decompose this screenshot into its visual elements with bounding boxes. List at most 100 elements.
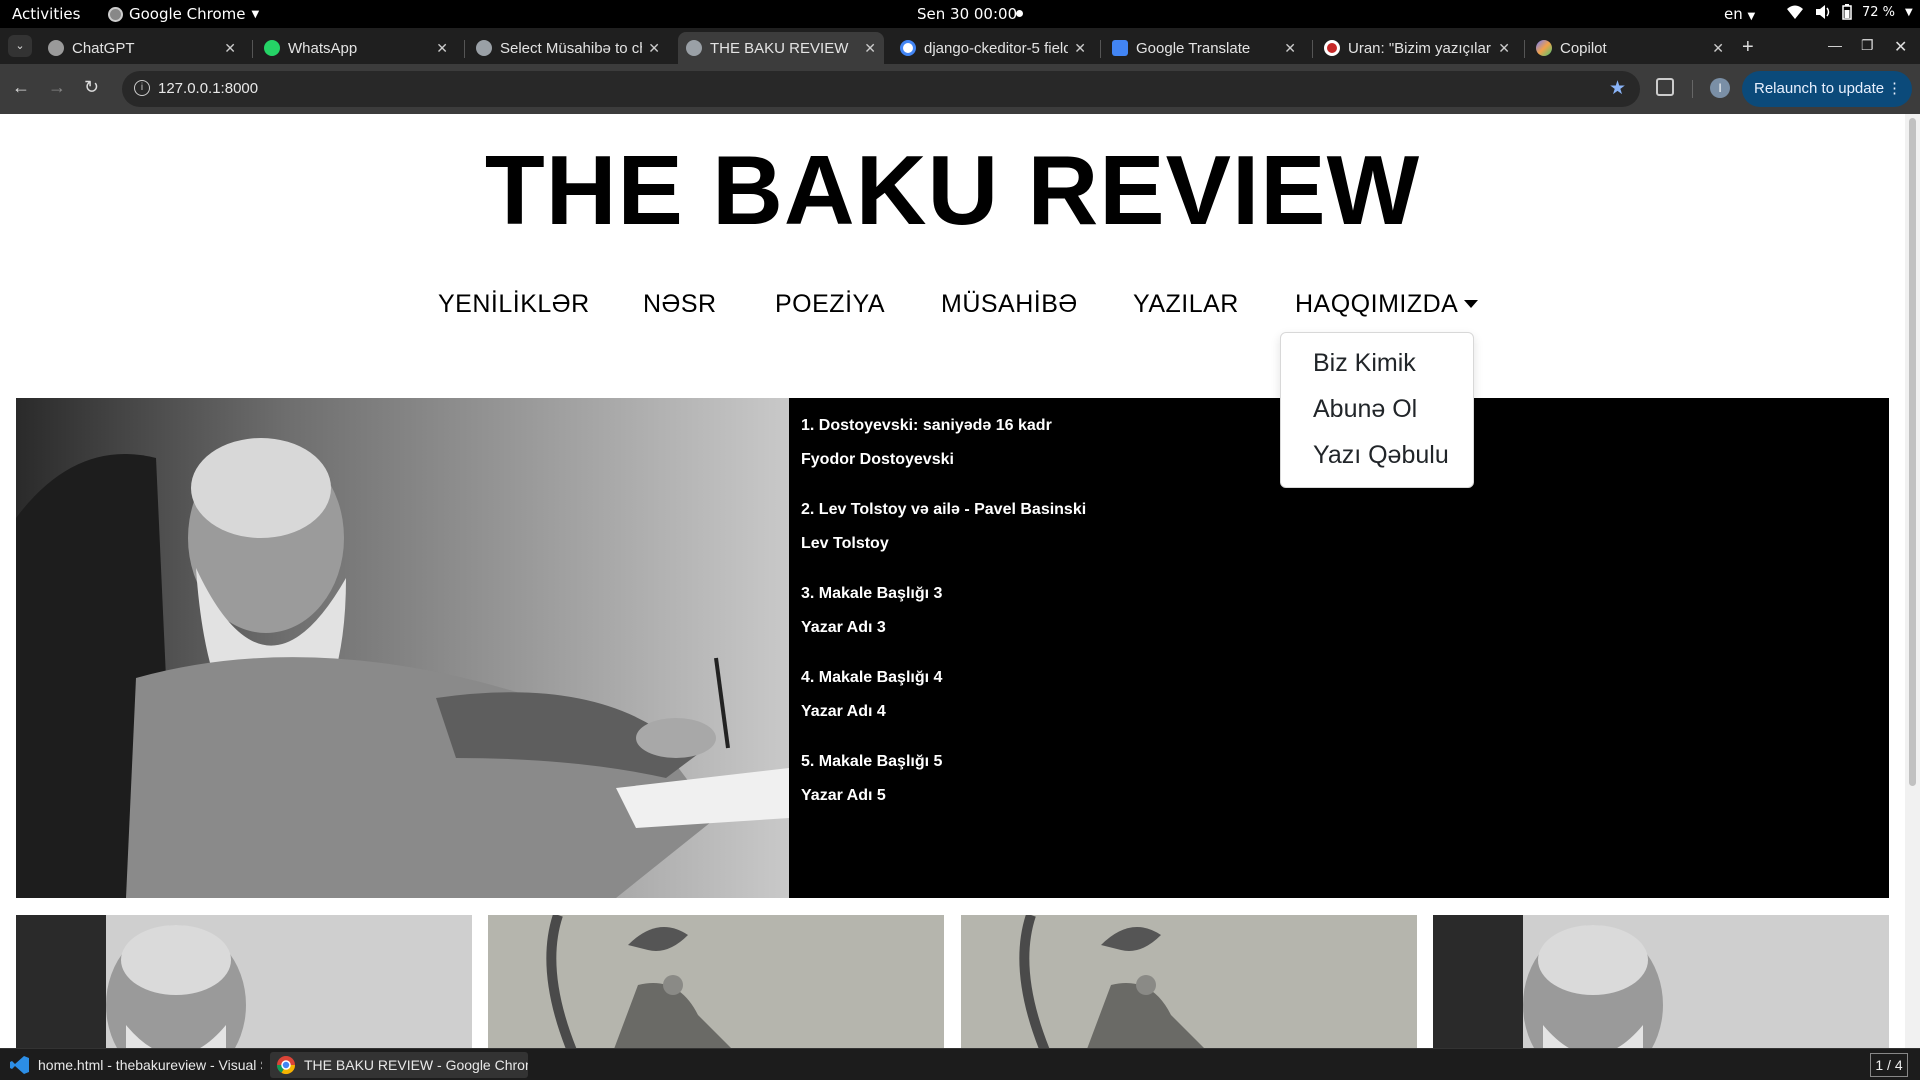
article-author[interactable]: Lev Tolstoy [801, 534, 1086, 554]
clock[interactable]: Sen 30 00:00 [917, 5, 1017, 23]
dropdown-item-who-we-are[interactable]: Biz Kimik [1313, 349, 1416, 378]
taskbar-chrome-label: THE BAKU REVIEW - Google Chrome [304, 1057, 528, 1073]
article-title[interactable]: 4. Makale Başlığı 4 [801, 668, 1086, 688]
taskbar-vscode-label: home.html - thebakureview - Visual Studi… [38, 1057, 262, 1073]
maximize-button[interactable]: ❐ [1861, 37, 1874, 54]
caret-down-icon [1464, 300, 1479, 308]
caret-down-icon: ▼ [1905, 6, 1913, 18]
tab-copilot[interactable]: Copilot ✕ [1528, 32, 1732, 64]
info-icon[interactable]: i [134, 80, 150, 96]
tab-select-musahibe[interactable]: Select Müsahibə to change ✕ [468, 32, 668, 64]
profile-avatar[interactable]: I [1710, 78, 1730, 98]
article-author[interactable]: Yazar Adı 3 [801, 618, 1086, 638]
tab-chatgpt[interactable]: ChatGPT ✕ [40, 32, 244, 64]
bookmark-star-icon[interactable]: ★ [1609, 77, 1626, 100]
chrome-icon [108, 6, 123, 22]
address-bar[interactable]: i 127.0.0.1:8000 ★ [122, 71, 1640, 107]
tab-strip: ⌄ ChatGPT ✕ WhatsApp ✕ Select Müsahibə t… [0, 28, 1920, 64]
translate-icon [1112, 40, 1128, 56]
whatsapp-icon [264, 40, 280, 56]
battery-percent: 72 % [1862, 4, 1896, 20]
close-icon[interactable]: ✕ [648, 40, 660, 57]
article-title[interactable]: 5. Makale Başlığı 5 [801, 752, 1086, 772]
article-card-image[interactable] [488, 915, 944, 1048]
close-icon[interactable]: ✕ [436, 40, 448, 57]
taskbar-chrome[interactable]: THE BAKU REVIEW - Google Chrome [270, 1052, 528, 1078]
scrollbar-thumb[interactable] [1909, 118, 1916, 786]
relaunch-label: Relaunch to update [1754, 80, 1885, 97]
nav-prose[interactable]: NƏSR [643, 290, 717, 319]
new-tab-button[interactable]: + [1742, 36, 1754, 59]
article-title[interactable]: 3. Makale Başlığı 3 [801, 584, 1086, 604]
close-icon[interactable]: ✕ [1074, 40, 1086, 57]
tab-title: Google Translate [1136, 39, 1251, 57]
close-icon[interactable]: ✕ [1284, 40, 1296, 57]
list-item[interactable]: 1. Dostoyevski: saniyədə 16 kadr Fyodor … [801, 416, 1086, 470]
nav-poetry[interactable]: POEZİYA [775, 290, 885, 319]
dropdown-item-submissions[interactable]: Yazı Qəbulu [1313, 441, 1449, 470]
app-menu-label: Google Chrome [129, 5, 246, 23]
tab-title: WhatsApp [288, 39, 358, 57]
article-title[interactable]: 1. Dostoyevski: saniyədə 16 kadr [801, 416, 1086, 436]
featured-section: 1. Dostoyevski: saniyədə 16 kadr Fyodor … [16, 398, 1889, 898]
article-title[interactable]: 2. Lev Tolstoy və ailə - Pavel Basinski [801, 500, 1086, 520]
extensions-icon[interactable] [1656, 78, 1674, 96]
tab-django-ckeditor[interactable]: django-ckeditor-5 field ✕ [892, 32, 1094, 64]
tab-search-button[interactable]: ⌄ [8, 35, 32, 57]
article-author[interactable]: Yazar Adı 5 [801, 786, 1086, 806]
google-icon [900, 40, 916, 56]
article-author[interactable]: Yazar Adı 4 [801, 702, 1086, 722]
activities-button[interactable]: Activities [12, 5, 80, 23]
language-selector[interactable]: en ▼ [1724, 5, 1755, 23]
dropdown-item-subscribe[interactable]: Abunə Ol [1313, 395, 1417, 424]
minimize-button[interactable]: — [1828, 37, 1842, 53]
nav-news[interactable]: YENİLİKLƏR [438, 290, 590, 319]
tab-google-translate[interactable]: Google Translate ✕ [1104, 32, 1304, 64]
close-window-button[interactable]: ✕ [1894, 37, 1907, 57]
close-icon[interactable]: ✕ [1712, 40, 1724, 57]
system-tray[interactable]: 72 % ▼ [1786, 4, 1913, 20]
list-item[interactable]: 2. Lev Tolstoy və ailə - Pavel Basinski … [801, 500, 1086, 554]
nav-writings[interactable]: YAZILAR [1133, 290, 1239, 319]
copilot-icon [1536, 40, 1552, 56]
forward-button[interactable]: → [48, 77, 66, 98]
toolbar-separator [1692, 80, 1693, 98]
workspace-indicator[interactable]: 1 / 4 [1870, 1053, 1908, 1077]
about-dropdown-menu: Biz Kimik Abunə Ol Yazı Qəbulu [1280, 332, 1474, 488]
language-label: en [1724, 5, 1743, 23]
notification-dot-icon [1016, 10, 1023, 17]
list-item[interactable]: 4. Makale Başlığı 4 Yazar Adı 4 [801, 668, 1086, 722]
article-card-image[interactable] [961, 915, 1417, 1048]
taskbar: home.html - thebakureview - Visual Studi… [0, 1048, 1920, 1080]
url-text[interactable]: 127.0.0.1:8000 [158, 80, 258, 97]
caret-down-icon: ▼ [251, 8, 260, 20]
chatgpt-icon [48, 40, 64, 56]
relaunch-button[interactable]: Relaunch to update ⋮ [1742, 71, 1912, 107]
nav-about-dropdown[interactable]: HAQQIMIZDA [1295, 290, 1479, 319]
article-card-image[interactable] [16, 915, 472, 1048]
nav-interview[interactable]: MÜSAHİBƏ [941, 290, 1078, 319]
more-vert-icon[interactable]: ⋮ [1887, 71, 1902, 107]
reload-button[interactable]: ↻ [84, 77, 99, 98]
featured-articles-list: 1. Dostoyevski: saniyədə 16 kadr Fyodor … [801, 416, 1086, 836]
close-icon[interactable]: ✕ [864, 40, 876, 57]
tab-title: Copilot [1560, 39, 1607, 57]
tab-whatsapp[interactable]: WhatsApp ✕ [256, 32, 456, 64]
tolstoy-portrait-image[interactable] [16, 398, 789, 898]
wifi-icon [1787, 5, 1803, 19]
close-icon[interactable]: ✕ [224, 40, 236, 57]
tab-separator [1312, 40, 1313, 58]
list-item[interactable]: 5. Makale Başlığı 5 Yazar Adı 5 [801, 752, 1086, 806]
article-card-image[interactable] [1433, 915, 1889, 1048]
page-scrollbar[interactable] [1905, 114, 1920, 1048]
tab-separator [252, 40, 253, 58]
taskbar-vscode[interactable]: home.html - thebakureview - Visual Studi… [4, 1052, 262, 1078]
list-item[interactable]: 3. Makale Başlığı 3 Yazar Adı 3 [801, 584, 1086, 638]
back-button[interactable]: ← [12, 77, 30, 98]
close-icon[interactable]: ✕ [1498, 40, 1510, 57]
app-menu[interactable]: Google Chrome ▼ [108, 5, 259, 23]
tab-uran[interactable]: Uran: "Bizim yazıçılar ✕ [1316, 32, 1518, 64]
article-author[interactable]: Fyodor Dostoyevski [801, 450, 1086, 470]
site-title[interactable]: THE BAKU REVIEW [0, 134, 1905, 247]
tab-the-baku-review[interactable]: THE BAKU REVIEW ✕ [678, 32, 884, 64]
